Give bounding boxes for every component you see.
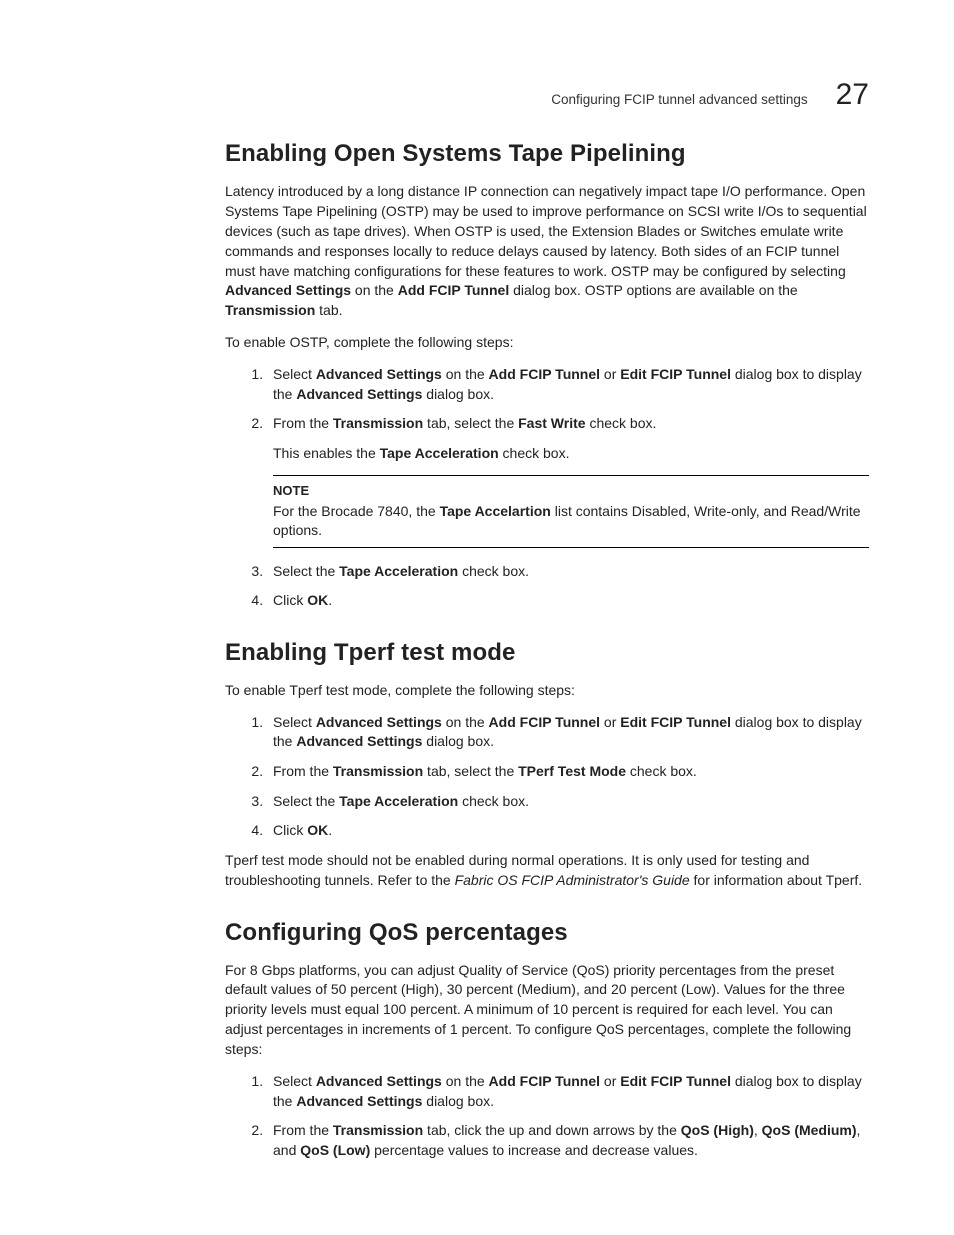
note-box: NOTE For the Brocade 7840, the Tape Acce… (273, 475, 869, 547)
step-1: Select Advanced Settings on the Add FCIP… (267, 365, 869, 404)
text: . (328, 822, 332, 838)
bold-text: Add FCIP Tunnel (489, 714, 600, 730)
bold-text: Transmission (333, 1122, 423, 1138)
text: percentage values to increase and decrea… (370, 1142, 698, 1158)
bold-text: Tape Acceleration (339, 563, 458, 579)
text: or (600, 366, 620, 382)
bold-text: Edit FCIP Tunnel (620, 714, 731, 730)
bold-text: Advanced Settings (316, 366, 442, 382)
heading-ostp: Enabling Open Systems Tape Pipelining (225, 140, 869, 168)
bold-text: Advanced Settings (316, 714, 442, 730)
text: Click (273, 822, 307, 838)
italic-text: Fabric OS FCIP Administrator's Guide (455, 872, 690, 888)
bold-text: OK (307, 592, 328, 608)
step-2: From the Transmission tab, select the TP… (267, 762, 869, 782)
page-content: Enabling Open Systems Tape Pipelining La… (225, 140, 869, 1160)
bold-text: Transmission (333, 763, 423, 779)
text: on the (442, 1073, 489, 1089)
bold-text: Tape Accelartion (440, 503, 551, 519)
text: tab, click the up and down arrows by the (423, 1122, 681, 1138)
text: Click (273, 592, 307, 608)
ostp-leadin: To enable OSTP, complete the following s… (225, 333, 869, 353)
text: check box. (499, 445, 570, 461)
text: or (600, 714, 620, 730)
running-title: Configuring FCIP tunnel advanced setting… (551, 92, 807, 107)
heading-tperf: Enabling Tperf test mode (225, 639, 869, 667)
bold-text: Add FCIP Tunnel (489, 1073, 600, 1089)
bold-text: Advanced Settings (225, 282, 351, 298)
text: , (754, 1122, 762, 1138)
text: check box. (626, 763, 697, 779)
text: or (600, 1073, 620, 1089)
chapter-number: 27 (836, 80, 869, 110)
bold-text: Advanced Settings (296, 733, 422, 749)
text: Select the (273, 793, 339, 809)
text: Select the (273, 563, 339, 579)
step-3: Select the Tape Acceleration check box. (267, 792, 869, 812)
page: Configuring FCIP tunnel advanced setting… (0, 0, 954, 1235)
step-2: From the Transmission tab, click the up … (267, 1121, 869, 1160)
step-2-sub: This enables the Tape Acceleration check… (273, 444, 869, 464)
text: dialog box. (422, 733, 494, 749)
bold-text: Edit FCIP Tunnel (620, 366, 731, 382)
step-1: Select Advanced Settings on the Add FCIP… (267, 713, 869, 752)
text: on the (351, 282, 398, 298)
bold-text: Tape Acceleration (339, 793, 458, 809)
bold-text: Fast Write (518, 415, 585, 431)
tperf-closing: Tperf test mode should not be enabled du… (225, 851, 869, 891)
tperf-leadin: To enable Tperf test mode, complete the … (225, 681, 869, 701)
text: dialog box. OSTP options are available o… (509, 282, 797, 298)
step-3: Select the Tape Acceleration check box. (267, 562, 869, 582)
text: From the (273, 1122, 333, 1138)
heading-qos: Configuring QoS percentages (225, 919, 869, 947)
text: tab, select the (423, 763, 518, 779)
text: Select (273, 714, 316, 730)
bold-text: Transmission (333, 415, 423, 431)
bold-text: QoS (Low) (300, 1142, 370, 1158)
text: dialog box. (422, 1093, 494, 1109)
text: on the (442, 366, 489, 382)
text: Select (273, 1073, 316, 1089)
bold-text: Transmission (225, 302, 315, 318)
text: tab. (315, 302, 342, 318)
bold-text: Advanced Settings (296, 386, 422, 402)
note-label: NOTE (273, 482, 869, 500)
text: Select (273, 366, 316, 382)
step-4: Click OK. (267, 591, 869, 611)
text: dialog box. (422, 386, 494, 402)
text: tab, select the (423, 415, 518, 431)
ostp-intro: Latency introduced by a long distance IP… (225, 182, 869, 321)
text: For the Brocade 7840, the (273, 503, 440, 519)
bold-text: Tape Acceleration (380, 445, 499, 461)
bold-text: Edit FCIP Tunnel (620, 1073, 731, 1089)
bold-text: TPerf Test Mode (518, 763, 626, 779)
bold-text: QoS (Medium) (762, 1122, 857, 1138)
text: Latency introduced by a long distance IP… (225, 183, 867, 279)
bold-text: Add FCIP Tunnel (398, 282, 509, 298)
text: for information about Tperf. (690, 872, 863, 888)
bold-text: Add FCIP Tunnel (489, 366, 600, 382)
text: From the (273, 415, 333, 431)
step-4: Click OK. (267, 821, 869, 841)
bold-text: Advanced Settings (316, 1073, 442, 1089)
running-header: Configuring FCIP tunnel advanced setting… (551, 80, 869, 110)
qos-steps: Select Advanced Settings on the Add FCIP… (225, 1072, 869, 1160)
step-2: From the Transmission tab, select the Fa… (267, 414, 869, 548)
step-1: Select Advanced Settings on the Add FCIP… (267, 1072, 869, 1111)
text: on the (442, 714, 489, 730)
text: From the (273, 763, 333, 779)
qos-intro: For 8 Gbps platforms, you can adjust Qua… (225, 961, 869, 1060)
text: check box. (458, 793, 529, 809)
bold-text: QoS (High) (681, 1122, 754, 1138)
tperf-steps: Select Advanced Settings on the Add FCIP… (225, 713, 869, 841)
text: check box. (458, 563, 529, 579)
text: . (328, 592, 332, 608)
bold-text: OK (307, 822, 328, 838)
bold-text: Advanced Settings (296, 1093, 422, 1109)
text: This enables the (273, 445, 380, 461)
text: check box. (586, 415, 657, 431)
ostp-steps: Select Advanced Settings on the Add FCIP… (225, 365, 869, 611)
